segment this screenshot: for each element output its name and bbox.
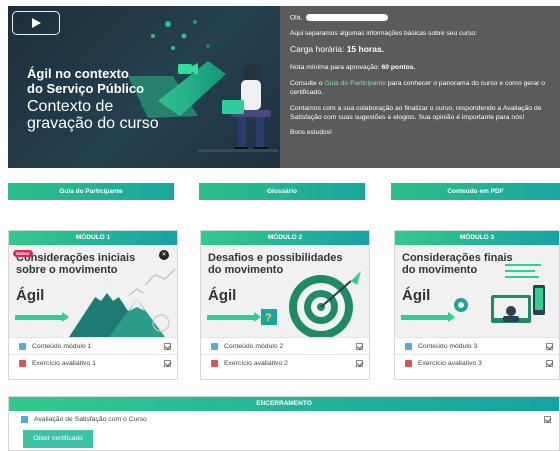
closing-header: ENCERRAMENTO bbox=[9, 397, 559, 411]
content-page-icon bbox=[19, 342, 26, 350]
get-certificate-button[interactable]: Obter certificado bbox=[23, 430, 93, 448]
module-exercise-row[interactable]: Exercício avaliativo 1 bbox=[9, 354, 177, 371]
module-header: MÓDULO 2 bbox=[201, 231, 369, 245]
farewell-text: Bons estudos! bbox=[290, 129, 332, 137]
module-agil-word: Ágil bbox=[208, 287, 237, 304]
checkbox-icon[interactable] bbox=[546, 342, 553, 350]
glossary-button[interactable]: Glossário bbox=[199, 183, 365, 200]
module-title: Desafios e possibilidades do movimento bbox=[208, 252, 343, 276]
checkbox-icon[interactable] bbox=[356, 342, 363, 350]
module-card-2: MÓDULO 2 ? Desafios e possibilidades do … bbox=[200, 230, 370, 380]
exercise-pencil-icon bbox=[405, 359, 412, 367]
video-banner[interactable]: Ágil no contexto do Serviço Público Cont… bbox=[8, 6, 280, 168]
svg-text:?: ? bbox=[265, 312, 272, 324]
course-hero: Ágil no contexto do Serviço Público Cont… bbox=[8, 6, 560, 168]
content-page-icon bbox=[405, 342, 412, 350]
checkbox-icon[interactable] bbox=[356, 359, 363, 367]
banner-subtitle: Contexto de gravação do curso bbox=[27, 98, 159, 132]
intro-text: Aqui separamos algumas informações básic… bbox=[290, 30, 477, 38]
checkbox-icon[interactable] bbox=[164, 342, 171, 350]
checkbox-icon[interactable] bbox=[546, 359, 553, 367]
exercise-pencil-icon bbox=[19, 359, 26, 367]
module-thumbnail[interactable]: Considerações iniciais sobre o movimento… bbox=[9, 245, 177, 337]
collaboration-text: Contamos com a sua colaboração ao finali… bbox=[290, 105, 542, 122]
module-thumbnail[interactable]: Considerações finais do movimento Ágil bbox=[395, 245, 559, 337]
module-content-row[interactable]: Conteúdo módulo 3 bbox=[395, 337, 559, 354]
checkbox-icon[interactable] bbox=[544, 415, 551, 423]
module-exercise-row[interactable]: Exercício avaliativo 2 bbox=[201, 354, 369, 371]
module-card-3: MÓDULO 3 Considerações finais do movimen… bbox=[394, 230, 560, 380]
closing-section: ENCERRAMENTO Avaliação de Satisfação com… bbox=[8, 396, 560, 451]
module-header: MÓDULO 1 bbox=[9, 231, 177, 245]
play-icon bbox=[32, 18, 41, 28]
module-title: Considerações iniciais sobre o movimento bbox=[16, 252, 136, 276]
workload: Carga horária: 15 horas. bbox=[290, 44, 385, 55]
content-page-icon bbox=[211, 342, 218, 350]
min-grade: Nota mínima para aprovação: 60 pontos. bbox=[290, 63, 416, 71]
module-content-row[interactable]: Conteúdo módulo 2 bbox=[201, 337, 369, 354]
survey-row[interactable]: Avaliação de Satisfação com o Curso bbox=[9, 411, 559, 427]
module-content-row[interactable]: Conteúdo módulo 1 bbox=[9, 337, 177, 354]
greeting: Olá, bbox=[290, 14, 550, 23]
course-info-panel: Olá, Aqui separamos algumas informações … bbox=[280, 6, 560, 168]
close-circle-icon[interactable]: ✕ bbox=[159, 250, 169, 260]
exercise-pencil-icon bbox=[211, 359, 218, 367]
pdf-content-button[interactable]: Conteúdo em PDF bbox=[391, 183, 560, 200]
survey-icon bbox=[21, 415, 28, 423]
consult-guide-text: Consulte o Guia do Participante para con… bbox=[290, 79, 546, 96]
module-agil-word: Ágil bbox=[16, 287, 45, 304]
participant-guide-button[interactable]: Guia do Participante bbox=[8, 183, 174, 200]
module-title: Considerações finais do movimento bbox=[402, 252, 513, 276]
guide-link[interactable]: Guia do Participante bbox=[324, 80, 386, 87]
user-name-redacted bbox=[305, 14, 388, 21]
banner-title: Ágil no contexto do Serviço Público bbox=[27, 66, 145, 96]
module-header: MÓDULO 3 bbox=[395, 231, 559, 245]
module-agil-word: Ágil bbox=[402, 287, 431, 304]
module-thumbnail[interactable]: ? Desafios e possibilidades do movimento… bbox=[201, 245, 369, 337]
arrow-decoration bbox=[401, 312, 455, 322]
module-card-1: MÓDULO 1 Considerações iniciais sobre o … bbox=[8, 230, 178, 380]
checkbox-icon[interactable] bbox=[164, 359, 171, 367]
arrow-decoration bbox=[15, 312, 69, 322]
module-exercise-row[interactable]: Exercício avaliativo 3 bbox=[395, 354, 559, 371]
pinterest-save-badge[interactable]: Salvar bbox=[13, 250, 33, 257]
arrow-decoration bbox=[207, 312, 261, 322]
play-button[interactable] bbox=[12, 11, 60, 35]
